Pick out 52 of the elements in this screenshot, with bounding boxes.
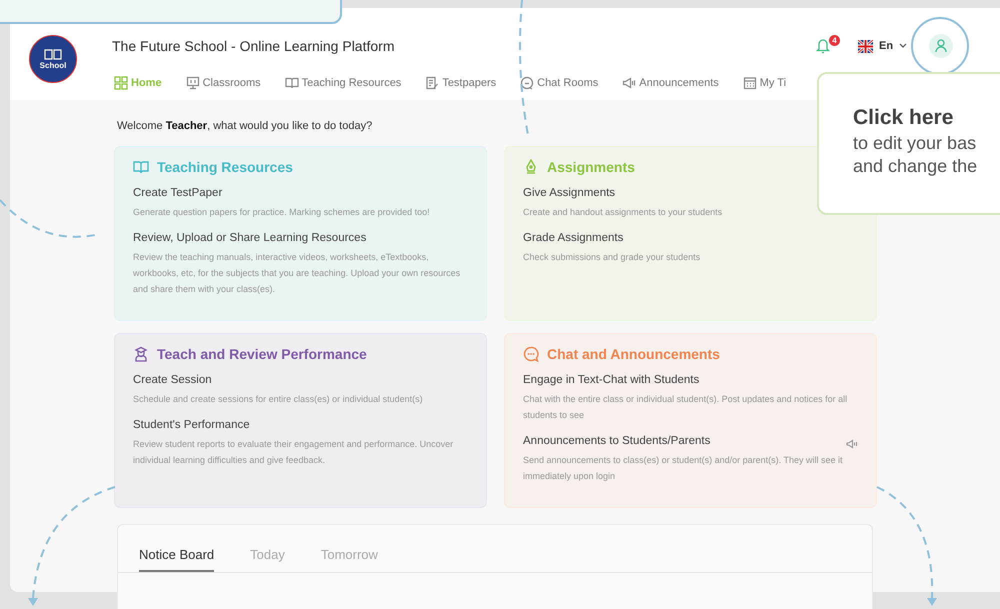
action-description: Review the teaching manuals, interactive videos, worksheets, eTextbooks, workbooks, etc, for the subjects that you are teaching. Upload your own resources and share them with your class(es).	[133, 251, 462, 296]
grid-icon	[114, 76, 128, 90]
action-description: Chat with the entire class or individual student(s). Post updates and notices for all students to see	[523, 393, 848, 422]
action-link[interactable]: Create Session	[133, 374, 212, 386]
profile-button[interactable]	[929, 34, 954, 58]
document-icon	[425, 76, 440, 90]
callout-title: Click here	[853, 106, 954, 130]
action-description: Send announcements to class(es) or student(s) and/or parent(s). They will see it immediately upon login	[523, 454, 844, 483]
callout-text: and change the	[853, 155, 978, 178]
action-description: Review student reports to evaluate their engagement and performance. Uncover individual learning difficulties and give feedback.	[133, 438, 454, 467]
card-title: Assignments	[547, 159, 635, 175]
megaphone-icon	[622, 76, 636, 90]
action-link[interactable]: Give Assignments	[523, 187, 616, 199]
notice-tab[interactable]: Notice Board	[139, 543, 214, 572]
action-link[interactable]: Grade Assignments	[523, 232, 624, 244]
action-link[interactable]: Engage in Text-Chat with Students	[523, 374, 700, 386]
card-title: Teaching Resources	[157, 159, 293, 175]
action-link[interactable]: Create TestPaper	[133, 187, 222, 199]
open-book-icon	[44, 48, 62, 60]
screen-icon	[186, 76, 200, 90]
flag-icon	[858, 40, 873, 52]
book-icon	[133, 159, 149, 175]
action-description: Schedule and create sessions for entire class(es) or individual student(s)	[133, 393, 424, 406]
chat-bubble-icon	[523, 346, 539, 362]
logo-text: School	[40, 61, 66, 70]
platform-title: The Future School - Online Learning Platform	[112, 38, 394, 54]
notification-badge: 4	[829, 35, 840, 46]
action-link[interactable]: Review, Upload or Share Learning Resources	[133, 232, 366, 244]
megaphone-icon	[846, 438, 858, 448]
chevron-down-icon	[899, 43, 908, 49]
book-icon	[284, 76, 299, 90]
nav-tab[interactable]: My Ti	[740, 74, 788, 92]
nav-tab[interactable]: Chat Rooms	[518, 74, 600, 92]
calendar-icon	[742, 76, 757, 90]
bell-icon[interactable]	[816, 37, 830, 54]
nav-tab[interactable]: Announcements	[620, 74, 721, 92]
person-icon	[935, 39, 948, 53]
nav-tab[interactable]: Classrooms	[184, 74, 263, 92]
nav-tab[interactable]: Testpapers	[423, 74, 498, 92]
card-title: Chat and Announcements	[547, 346, 720, 362]
card-title: Teach and Review Performance	[157, 346, 367, 362]
chat-bubble-icon	[520, 76, 534, 90]
nav-tab[interactable]: Teaching Resources	[282, 74, 404, 92]
language-selector[interactable]: En	[858, 40, 908, 52]
action-link[interactable]: Student's Performance	[133, 419, 250, 431]
action-description: Create and handout assignments to your students	[523, 206, 724, 219]
action-description: Generate question papers for practice. Marking schemes are provided too!	[133, 206, 431, 219]
action-description: Check submissions and grade your students	[523, 251, 702, 264]
action-link[interactable]: Announcements to Students/Parents	[523, 435, 710, 447]
teacher-icon	[133, 346, 149, 362]
welcome-message: Welcome Teacher, what would you like to do today?	[117, 120, 372, 132]
callout-text: to edit your bas	[853, 132, 978, 155]
